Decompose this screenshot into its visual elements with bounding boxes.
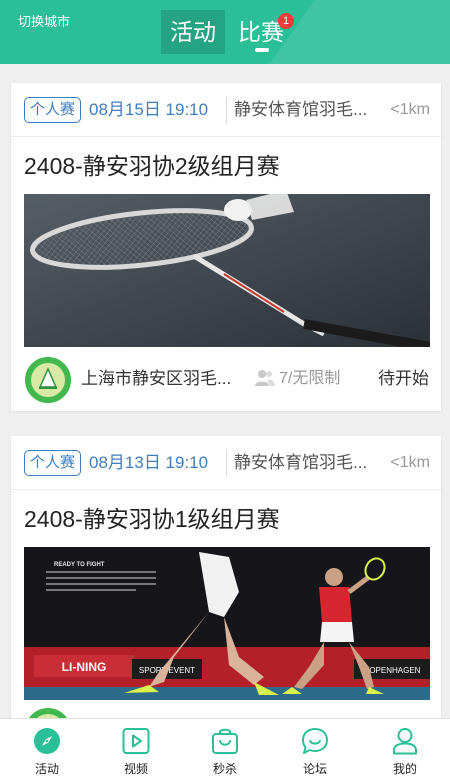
organizer-name: 上海市静安区羽毛...	[81, 369, 232, 388]
match-status: 待开始	[378, 369, 429, 388]
tab-match-label: 比赛	[238, 19, 284, 45]
ad-board-text: LI-NING	[62, 660, 107, 674]
tab-activity[interactable]: 活动	[161, 10, 225, 54]
venue-name: 静安体育馆羽毛...	[234, 453, 368, 472]
participant-count: 7/无限制	[279, 370, 341, 387]
match-card[interactable]: 个人赛 08月15日 19:10 静安体育馆羽毛... <1km 2408-静安…	[11, 83, 441, 411]
nav-label: 视频	[123, 762, 148, 776]
nav-item-activity[interactable]: 活动	[2, 719, 92, 778]
top-header: 切换城市 活动 比赛 1	[0, 0, 450, 64]
chat-bubble-icon	[302, 728, 328, 754]
participants-icon	[255, 370, 275, 386]
distance-label: <1km	[390, 101, 430, 118]
nav-label: 秒杀	[212, 762, 237, 776]
nav-item-flash-sale[interactable]: 秒杀	[180, 719, 270, 778]
card-footer: 上海市静安区羽毛... 7/无限制 待开始	[11, 349, 441, 409]
nav-label: 论坛	[302, 762, 327, 776]
nav-item-forum[interactable]: 论坛	[270, 719, 360, 778]
organizer-avatar[interactable]	[25, 357, 71, 403]
active-tab-indicator	[255, 48, 269, 52]
compass-icon	[34, 728, 60, 754]
nav-item-video[interactable]: 视频	[91, 719, 181, 778]
city-switch-button[interactable]: 切换城市	[18, 11, 70, 30]
distance-label: <1km	[390, 454, 430, 471]
match-title: 2408-静安羽协2级组月赛	[24, 153, 280, 179]
divider	[226, 450, 227, 476]
nav-item-profile[interactable]: 我的	[360, 719, 450, 778]
nav-label: 我的	[392, 762, 417, 776]
divider	[226, 97, 227, 123]
video-play-icon	[122, 728, 150, 754]
shopping-bag-icon	[212, 728, 238, 754]
notification-badge: 1	[278, 13, 294, 29]
bottom-navigation: 活动 视频 秒杀 论坛 我的	[0, 718, 450, 778]
poster-heading: READY TO FIGHT	[54, 562, 105, 568]
nav-label: 活动	[34, 762, 59, 776]
ad-board-text: COPENHAGEN	[364, 666, 421, 675]
match-type-tag: 个人赛	[24, 450, 82, 476]
match-banner-image[interactable]	[24, 194, 430, 347]
user-profile-icon	[393, 728, 417, 755]
match-date: 08月13日 19:10	[89, 453, 209, 472]
venue-name: 静安体育馆羽毛...	[234, 100, 368, 119]
match-banner-image[interactable]: LI-NING SPORT EVENT COPENHAGEN READY TO …	[24, 547, 430, 700]
badminton-racket-image	[24, 194, 430, 347]
association-logo-icon	[25, 357, 71, 403]
match-card[interactable]: 个人赛 08月13日 19:10 静安体育馆羽毛... <1km 2408-静安…	[11, 436, 441, 726]
card-info-row: 个人赛 08月15日 19:10 静安体育馆羽毛... <1km	[11, 83, 441, 137]
match-title: 2408-静安羽协1级组月赛	[24, 506, 280, 532]
match-type-tag: 个人赛	[24, 97, 82, 123]
badminton-players-image: LI-NING SPORT EVENT COPENHAGEN READY TO …	[24, 547, 430, 700]
match-date: 08月15日 19:10	[89, 100, 209, 119]
card-info-row: 个人赛 08月13日 19:10 静安体育馆羽毛... <1km	[11, 436, 441, 490]
